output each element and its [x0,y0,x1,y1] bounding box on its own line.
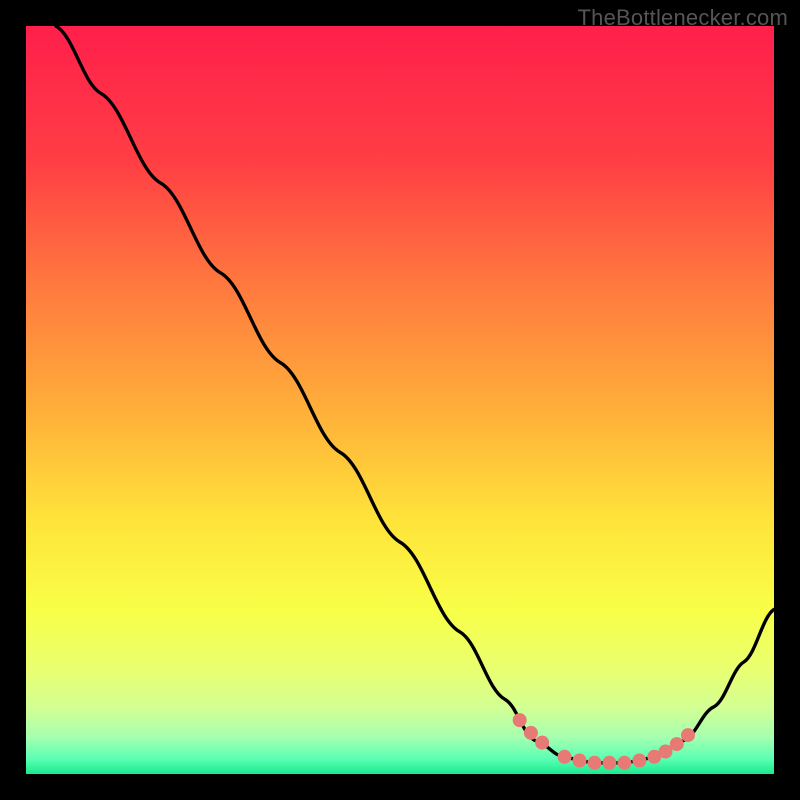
data-marker-0 [513,713,527,727]
data-marker-12 [681,728,695,742]
chart-frame: TheBottlenecker.com [0,0,800,800]
data-marker-2 [535,736,549,750]
data-marker-6 [602,756,616,770]
data-marker-11 [670,737,684,751]
data-marker-8 [632,754,646,768]
data-marker-5 [587,756,601,770]
data-marker-4 [573,754,587,768]
data-marker-3 [558,750,572,764]
watermark-label: TheBottlenecker.com [578,5,788,31]
data-marker-7 [617,756,631,770]
data-marker-1 [524,726,538,740]
chart-background [26,26,774,774]
bottleneck-chart [26,26,774,774]
